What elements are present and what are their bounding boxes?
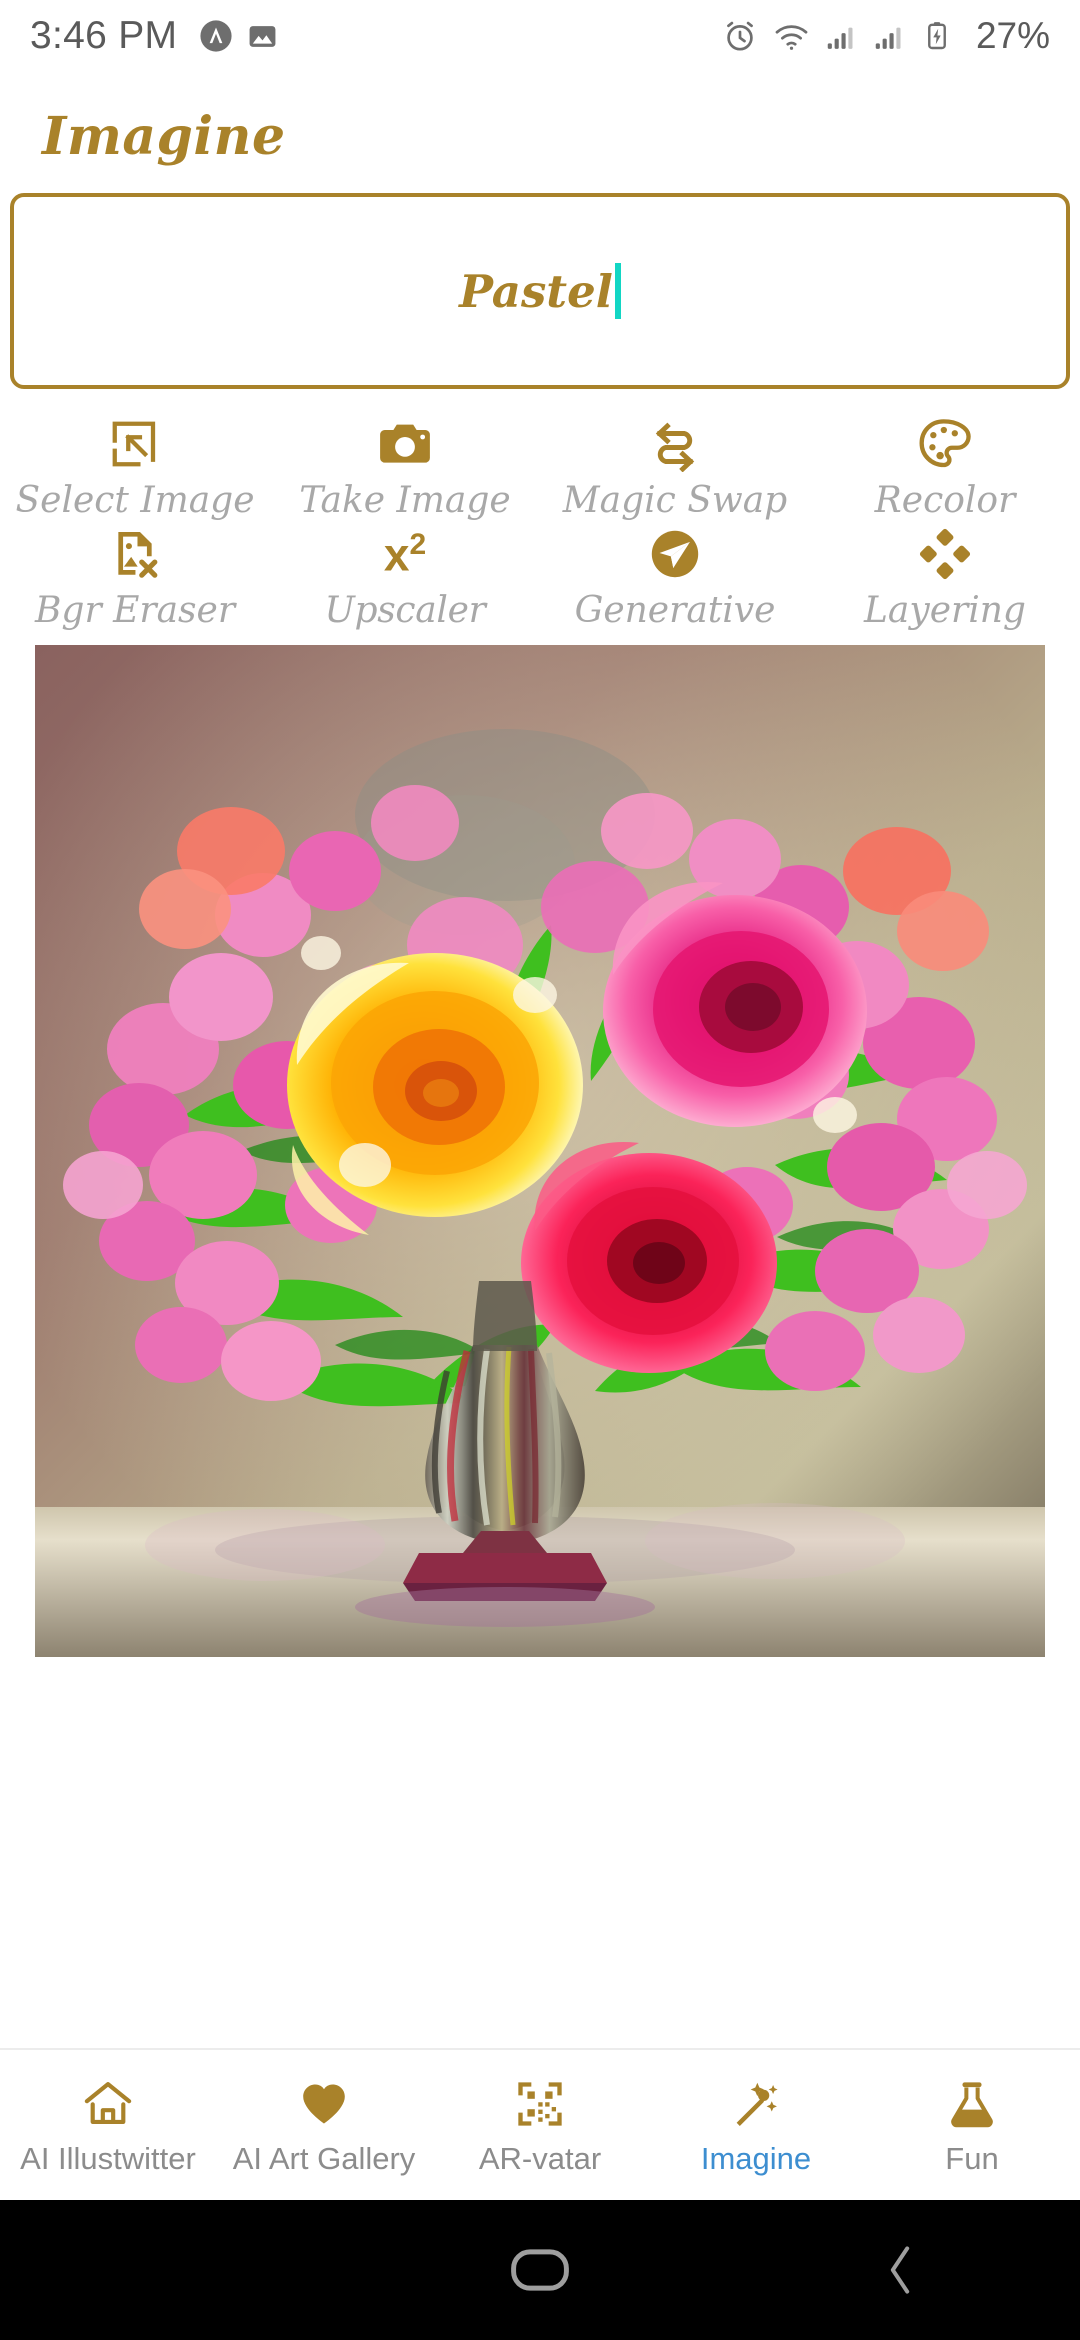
- nav-label: AI Illustwitter: [20, 2140, 196, 2176]
- x-squared-icon: x2: [384, 525, 426, 583]
- tool-label: Magic Swap: [562, 480, 788, 521]
- bottom-navigation-bar: AI Illustwitter AI Art Gallery AR-vatar …: [0, 2048, 1080, 2200]
- phone-screen: 3:46 PM 27% Imagine Pastel Select Image …: [0, 0, 1080, 2340]
- tool-label: Select Image: [15, 480, 255, 521]
- page-title: Imagine: [42, 106, 286, 167]
- chevron-left-icon: [890, 2246, 910, 2294]
- nav-label: AI Art Gallery: [232, 2140, 416, 2176]
- nav-label: Imagine: [700, 2140, 812, 2176]
- prompt-section: Pastel: [0, 167, 1080, 389]
- image-remove-icon: [108, 525, 162, 583]
- nav-label: Fun: [945, 2140, 999, 2176]
- rounded-square-icon: [511, 2249, 569, 2291]
- send-circle-icon: [646, 525, 704, 583]
- battery-percent-label: 27%: [975, 15, 1050, 56]
- tool-label: Upscaler: [324, 590, 486, 631]
- gallery-icon: [247, 21, 278, 52]
- tool-label: Recolor: [874, 480, 1016, 521]
- tool-upscaler[interactable]: x2 Upscaler: [270, 521, 540, 631]
- nav-item-fun[interactable]: Fun: [864, 2074, 1080, 2177]
- tool-row-1: Select Image Take Image Magic Swap Recol…: [0, 411, 1080, 521]
- nav-item-ai-illustwitter[interactable]: AI Illustwitter: [0, 2074, 216, 2177]
- tool-generative[interactable]: Generative: [540, 521, 810, 631]
- tool-magic-swap[interactable]: Magic Swap: [540, 411, 810, 521]
- signal-sim2-icon: [873, 20, 906, 53]
- tool-label: Bgr Eraser: [34, 590, 236, 631]
- tool-select-image[interactable]: Select Image: [0, 411, 270, 521]
- text-cursor: [614, 263, 621, 319]
- alarm-icon: [722, 18, 758, 54]
- nav-item-ar-vatar[interactable]: AR-vatar: [432, 2074, 648, 2177]
- generated-image-section: [0, 631, 1080, 1657]
- home-button[interactable]: [360, 2245, 720, 2295]
- tool-label: Generative: [574, 590, 776, 631]
- swap-arrows-icon: [647, 415, 703, 473]
- status-bar-system-icons: 27%: [722, 15, 1050, 57]
- x-squared-exponent: 2: [409, 528, 427, 562]
- tool-grid: Select Image Take Image Magic Swap Recol…: [0, 389, 1080, 631]
- layers-diamond-icon: [918, 525, 972, 583]
- generated-image[interactable]: [35, 645, 1045, 1657]
- status-bar: 3:46 PM 27%: [0, 0, 1080, 72]
- wifi-icon: [773, 18, 810, 55]
- android-system-nav: [0, 2200, 1080, 2340]
- qr-code-icon: [514, 2074, 566, 2130]
- nav-item-ai-art-gallery[interactable]: AI Art Gallery: [216, 2074, 432, 2177]
- nav-item-imagine[interactable]: Imagine: [648, 2074, 864, 2177]
- prompt-input[interactable]: Pastel: [10, 193, 1070, 389]
- x-squared-base: x: [383, 528, 410, 581]
- heart-icon: [298, 2074, 350, 2130]
- tool-row-2: Bgr Eraser x2 Upscaler Generative Layeri…: [0, 521, 1080, 631]
- app-badge-icon: [199, 19, 233, 53]
- tool-take-image[interactable]: Take Image: [270, 411, 540, 521]
- tool-bgr-eraser[interactable]: Bgr Eraser: [0, 521, 270, 631]
- home-icon: [81, 2074, 135, 2130]
- select-image-icon: [108, 415, 162, 473]
- status-bar-clock: 3:46 PM: [30, 14, 178, 57]
- tool-layering[interactable]: Layering: [810, 521, 1080, 631]
- palette-icon: [917, 415, 973, 473]
- flask-icon: [946, 2074, 998, 2130]
- signal-sim1-icon: [825, 20, 858, 53]
- back-button[interactable]: [720, 2243, 1080, 2297]
- battery-charging-icon: [921, 20, 953, 52]
- nav-label: AR-vatar: [478, 2140, 602, 2176]
- prompt-input-value: Pastel: [459, 264, 613, 318]
- camera-icon: [376, 415, 434, 473]
- tool-recolor[interactable]: Recolor: [810, 411, 1080, 521]
- status-bar-notification-icons: [199, 19, 278, 53]
- tool-label: Layering: [864, 590, 1026, 631]
- magic-wand-icon: [729, 2074, 783, 2130]
- tool-label: Take Image: [299, 480, 511, 521]
